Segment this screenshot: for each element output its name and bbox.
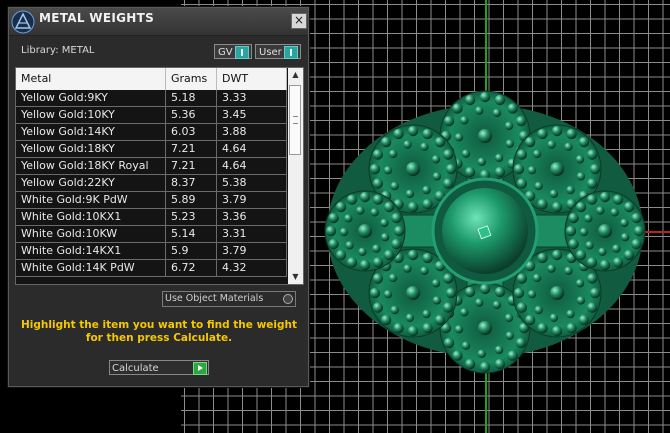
table-row[interactable]: White Gold:10KX1 5.23 3.36 (16, 209, 287, 226)
user-toggle[interactable]: User (255, 44, 301, 59)
cell-metal: White Gold:9K PdW (16, 192, 166, 208)
app-logo-icon (11, 10, 35, 34)
cell-metal: Yellow Gold:10KY (16, 107, 166, 123)
cell-grams: 5.14 (166, 226, 217, 242)
table-body: Yellow Gold:9KY 5.18 3.33 Yellow Gold:10KY 5… (16, 90, 287, 277)
cell-dwt: 3.45 (217, 107, 287, 123)
table-row[interactable]: Yellow Gold:22KY 8.37 5.38 (16, 175, 287, 192)
calculate-label: Calculate (112, 363, 159, 374)
panel-title: METAL WEIGHTS (39, 11, 155, 25)
radio-icon[interactable] (283, 294, 293, 304)
play-arrow-icon (193, 362, 207, 375)
column-header-dwt[interactable]: DWT (217, 68, 287, 90)
table-header: Metal Grams DWT (16, 68, 287, 90)
cell-dwt: 5.38 (217, 175, 287, 191)
cell-metal: White Gold:14K PdW (16, 260, 166, 276)
cell-grams: 5.36 (166, 107, 217, 123)
cell-grams: 5.9 (166, 243, 217, 259)
cell-dwt: 4.64 (217, 158, 287, 174)
cell-metal: Yellow Gold:22KY (16, 175, 166, 191)
library-label: Library: METAL (21, 45, 95, 56)
toggle-knob-icon (284, 46, 298, 59)
panel-titlebar[interactable]: METAL WEIGHTS × (9, 8, 308, 36)
table-row[interactable]: Yellow Gold:10KY 5.36 3.45 (16, 107, 287, 124)
gv-toggle-label: GV (218, 47, 233, 58)
cell-dwt: 4.64 (217, 141, 287, 157)
table-row[interactable]: Yellow Gold:14KY 6.03 3.88 (16, 124, 287, 141)
cell-metal: Yellow Gold:18KY (16, 141, 166, 157)
close-icon[interactable]: × (291, 13, 307, 29)
cell-dwt: 3.79 (217, 243, 287, 259)
cell-dwt: 3.36 (217, 209, 287, 225)
scrollbar-thumb[interactable] (289, 85, 301, 155)
metal-weights-panel: METAL WEIGHTS × Library: METAL GV User M… (8, 7, 309, 387)
cell-dwt: 3.88 (217, 124, 287, 140)
column-header-grams[interactable]: Grams (166, 68, 217, 90)
cell-grams: 8.37 (166, 175, 217, 191)
gv-toggle[interactable]: GV (214, 44, 252, 59)
cell-metal: Yellow Gold:9KY (16, 90, 166, 106)
table-scrollbar[interactable]: ▲ ▼ (288, 68, 303, 284)
cell-dwt: 4.32 (217, 260, 287, 276)
cell-metal: Yellow Gold:18KY Royal (16, 158, 166, 174)
table-row[interactable]: White Gold:10KW 5.14 3.31 (16, 226, 287, 243)
calculate-button[interactable]: Calculate (109, 360, 209, 375)
table-row[interactable]: White Gold:9K PdW 5.89 3.79 (16, 192, 287, 209)
cell-dwt: 3.31 (217, 226, 287, 242)
cell-metal: White Gold:10KW (16, 226, 166, 242)
cell-grams: 7.21 (166, 141, 217, 157)
cell-metal: White Gold:10KX1 (16, 209, 166, 225)
table-row[interactable]: White Gold:14KX1 5.9 3.79 (16, 243, 287, 260)
table-row[interactable]: White Gold:14K PdW 6.72 4.32 (16, 260, 287, 277)
cell-grams: 6.03 (166, 124, 217, 140)
metal-table: Metal Grams DWT Yellow Gold:9KY 5.18 3.33 Y… (15, 67, 304, 285)
table-row[interactable]: Yellow Gold:9KY 5.18 3.33 (16, 90, 287, 107)
cell-grams: 7.21 (166, 158, 217, 174)
table-row[interactable]: Yellow Gold:18KY Royal 7.21 4.64 (16, 158, 287, 175)
scroll-down-icon[interactable]: ▼ (288, 270, 303, 284)
cell-grams: 6.72 (166, 260, 217, 276)
cell-dwt: 3.33 (217, 90, 287, 106)
table-row[interactable]: Yellow Gold:18KY 7.21 4.64 (16, 141, 287, 158)
scroll-up-icon[interactable]: ▲ (288, 68, 303, 82)
cell-metal: White Gold:14KX1 (16, 243, 166, 259)
user-toggle-label: User (259, 47, 282, 58)
cell-grams: 5.23 (166, 209, 217, 225)
cell-grams: 5.89 (166, 192, 217, 208)
toggle-knob-icon (235, 46, 249, 59)
cell-dwt: 3.79 (217, 192, 287, 208)
use-object-materials-label: Use Object Materials (165, 293, 264, 304)
use-object-materials-option[interactable]: Use Object Materials (162, 291, 296, 307)
cell-grams: 5.18 (166, 90, 217, 106)
cell-metal: Yellow Gold:14KY (16, 124, 166, 140)
instruction-text: Highlight the item you want to find the … (21, 319, 297, 344)
column-header-metal[interactable]: Metal (16, 68, 166, 90)
